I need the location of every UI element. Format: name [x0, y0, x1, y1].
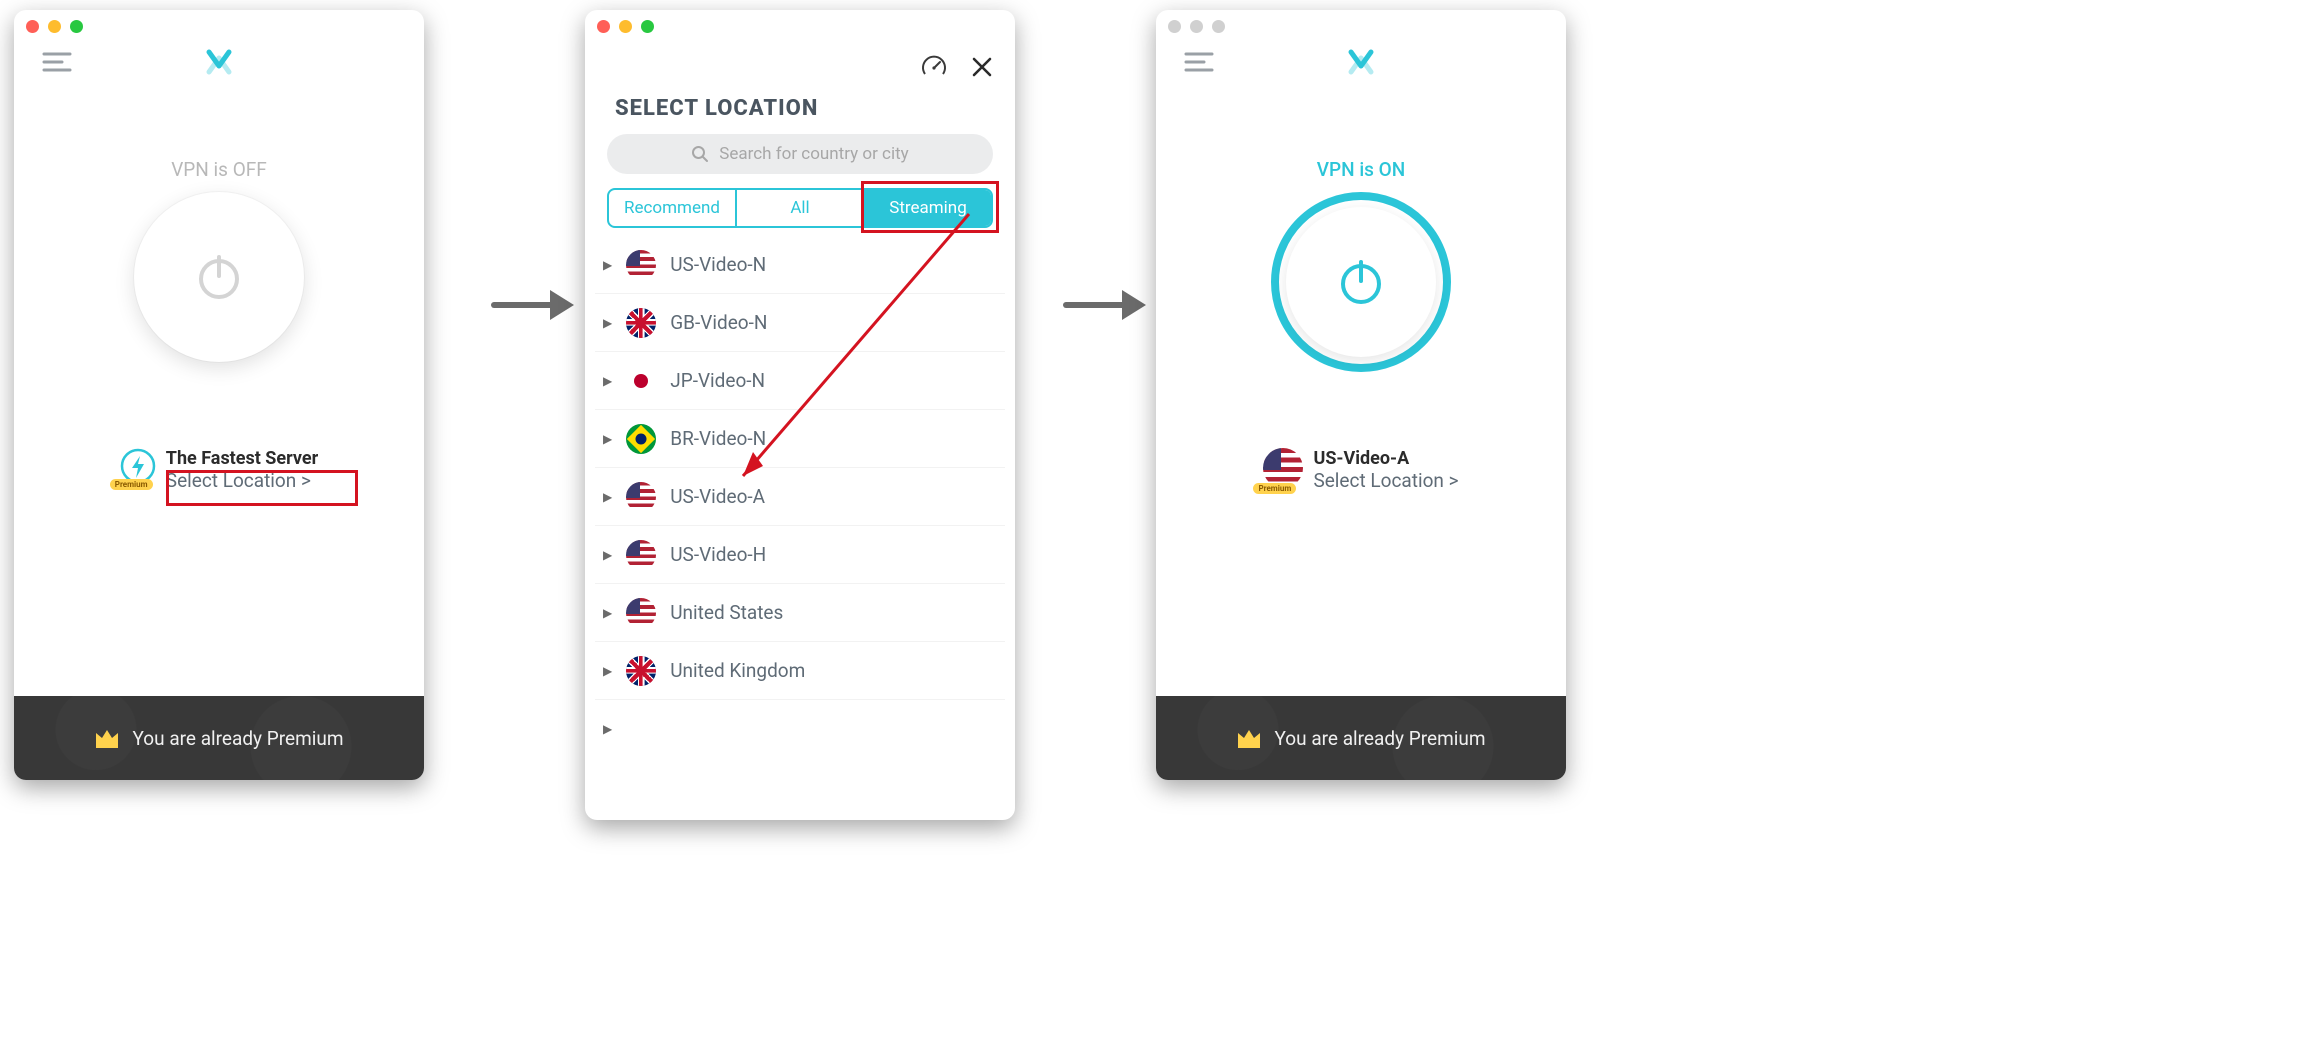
search-placeholder: Search for country or city: [719, 144, 908, 164]
fastest-server-icon: Premium: [120, 448, 156, 484]
window-controls[interactable]: [597, 20, 654, 33]
select-location-window: SELECT LOCATION Search for country or ci…: [585, 10, 1015, 820]
location-name: US-Video-H: [670, 543, 766, 566]
expand-icon: ▶: [603, 316, 612, 330]
tab-recommend[interactable]: Recommend: [609, 190, 735, 226]
expand-icon: ▶: [603, 258, 612, 272]
select-location-link[interactable]: Select Location >: [1313, 469, 1458, 492]
crown-icon: [1236, 727, 1262, 749]
location-name: United Kingdom: [670, 659, 805, 682]
list-item[interactable]: ▶ BR-Video-N: [595, 410, 1005, 468]
server-info: Premium US-Video-A Select Location >: [1156, 448, 1566, 492]
maximize-window-icon[interactable]: [1212, 20, 1225, 33]
power-button[interactable]: [134, 192, 304, 362]
premium-badge: Premium: [1253, 483, 1296, 494]
vpn-main-window-on: VPN is ON Premium US-Video-A Select Loca…: [1156, 10, 1566, 780]
location-list: ▶ US-Video-N ▶ GB-Video-N ▶ JP-Video-N ▶ BR-…: [595, 236, 1005, 810]
close-window-icon[interactable]: [1168, 20, 1181, 33]
app-logo-icon: [1347, 48, 1375, 76]
banner-text: You are already Premium: [132, 727, 343, 750]
close-icon[interactable]: [971, 56, 993, 78]
expand-icon: ▶: [603, 664, 612, 678]
location-name: GB-Video-N: [670, 311, 767, 334]
list-item[interactable]: ▶ GB-Video-N: [595, 294, 1005, 352]
search-input[interactable]: Search for country or city: [607, 134, 993, 174]
flag-gb-icon: [626, 656, 656, 686]
location-name: US-Video-A: [670, 485, 765, 508]
flag-us-icon: [626, 482, 656, 512]
flag-jp-icon: [626, 366, 656, 396]
tab-all[interactable]: All: [735, 190, 863, 226]
list-item[interactable]: ▶: [595, 700, 1005, 758]
expand-icon: ▶: [603, 490, 612, 504]
banner-text: You are already Premium: [1274, 727, 1485, 750]
window-controls[interactable]: [26, 20, 83, 33]
premium-badge: Premium: [110, 479, 153, 490]
speedtest-icon[interactable]: [921, 54, 947, 80]
location-name: BR-Video-N: [670, 427, 766, 450]
location-name: United States: [670, 601, 783, 624]
maximize-window-icon[interactable]: [641, 20, 654, 33]
list-item[interactable]: ▶ JP-Video-N: [595, 352, 1005, 410]
list-item[interactable]: ▶ United Kingdom: [595, 642, 1005, 700]
list-item[interactable]: ▶ US-Video-H: [595, 526, 1005, 584]
window-controls[interactable]: [1168, 20, 1225, 33]
flag-us-icon: [626, 540, 656, 570]
step-arrow-icon: [490, 280, 580, 330]
expand-icon: ▶: [603, 722, 612, 736]
flag-gb-icon: [626, 308, 656, 338]
crown-icon: [94, 727, 120, 749]
server-title: US-Video-A: [1313, 448, 1458, 469]
close-window-icon[interactable]: [26, 20, 39, 33]
expand-icon: ▶: [603, 548, 612, 562]
minimize-window-icon[interactable]: [1190, 20, 1203, 33]
app-logo-icon: [205, 48, 233, 76]
list-item[interactable]: ▶ US-Video-A: [595, 468, 1005, 526]
search-icon: [691, 145, 709, 163]
maximize-window-icon[interactable]: [70, 20, 83, 33]
step-arrow-icon: [1062, 280, 1152, 330]
minimize-window-icon[interactable]: [619, 20, 632, 33]
server-info: Premium The Fastest Server Select Locati…: [14, 448, 424, 492]
premium-banner: You are already Premium: [1156, 696, 1566, 780]
power-button[interactable]: [1271, 192, 1451, 372]
premium-banner: You are already Premium: [14, 696, 424, 780]
list-item[interactable]: ▶ US-Video-N: [595, 236, 1005, 294]
list-item[interactable]: ▶ United States: [595, 584, 1005, 642]
flag-us-icon: [626, 598, 656, 628]
flag-br-icon: [626, 424, 656, 454]
expand-icon: ▶: [603, 432, 612, 446]
vpn-status-label: VPN is ON: [1156, 158, 1566, 181]
vpn-status-label: VPN is OFF: [14, 158, 424, 181]
tab-streaming[interactable]: Streaming: [863, 190, 991, 226]
menu-button[interactable]: [42, 50, 72, 74]
close-window-icon[interactable]: [597, 20, 610, 33]
location-tabs: Recommend All Streaming: [607, 188, 993, 228]
vpn-main-window-off: VPN is OFF Premium The Fastest Server Se…: [14, 10, 424, 780]
flag-us-icon: [626, 250, 656, 280]
minimize-window-icon[interactable]: [48, 20, 61, 33]
page-title: SELECT LOCATION: [615, 96, 818, 121]
select-location-link[interactable]: Select Location >: [166, 469, 318, 492]
expand-icon: ▶: [603, 606, 612, 620]
location-name: JP-Video-N: [670, 369, 765, 392]
expand-icon: ▶: [603, 374, 612, 388]
menu-button[interactable]: [1184, 50, 1214, 74]
server-title: The Fastest Server: [166, 448, 318, 469]
location-name: US-Video-N: [670, 253, 766, 276]
server-flag-icon: Premium: [1263, 448, 1303, 488]
